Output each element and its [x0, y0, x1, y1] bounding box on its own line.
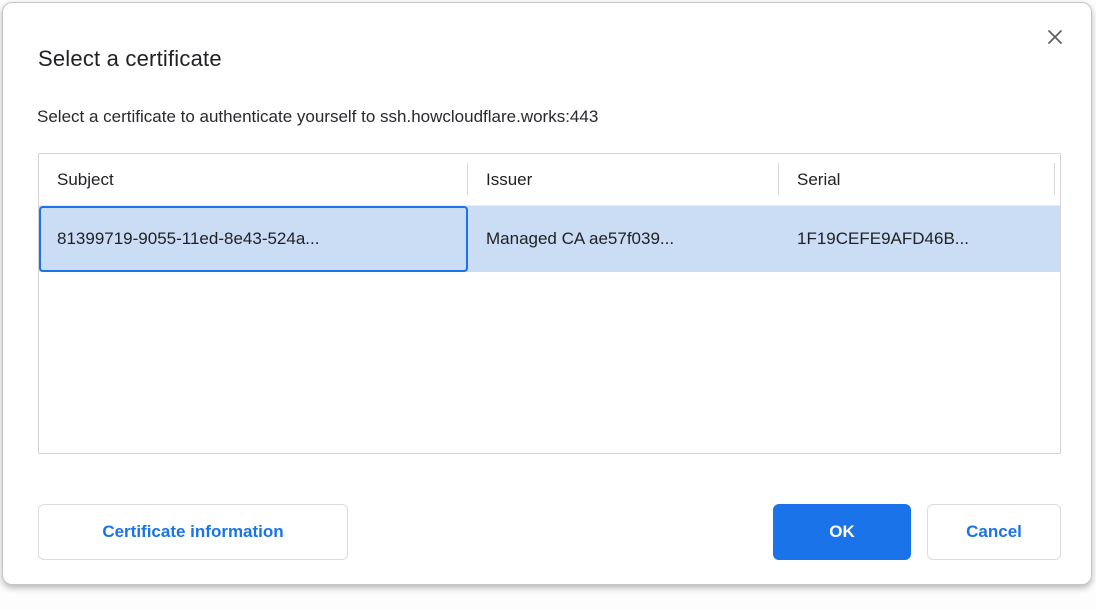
cell-issuer[interactable]: Managed CA ae57f039... — [468, 206, 779, 272]
certificate-information-button[interactable]: Certificate information — [38, 504, 348, 560]
certificate-table: Subject Issuer Serial 81399719-9055-11ed… — [38, 153, 1061, 454]
table-header: Subject Issuer Serial — [39, 154, 1060, 206]
ok-button[interactable]: OK — [773, 504, 911, 560]
column-header-spacer — [1055, 154, 1061, 205]
column-header-issuer[interactable]: Issuer — [468, 154, 779, 205]
dialog-subtitle: Select a certificate to authenticate you… — [37, 107, 598, 127]
close-icon — [1046, 28, 1064, 46]
page-title: Select a certificate — [38, 46, 222, 72]
column-header-subject[interactable]: Subject — [39, 154, 468, 205]
certificate-select-dialog: Select a certificate Select a certificat… — [2, 2, 1092, 585]
table-row[interactable]: 81399719-9055-11ed-8e43-524a... Managed … — [39, 206, 1060, 272]
cell-spacer — [1055, 206, 1061, 272]
cell-serial[interactable]: 1F19CEFE9AFD46B... — [779, 206, 1055, 272]
column-header-serial[interactable]: Serial — [779, 154, 1055, 205]
cell-subject[interactable]: 81399719-9055-11ed-8e43-524a... — [39, 206, 468, 272]
cancel-button[interactable]: Cancel — [927, 504, 1061, 560]
close-button[interactable] — [1043, 25, 1067, 49]
